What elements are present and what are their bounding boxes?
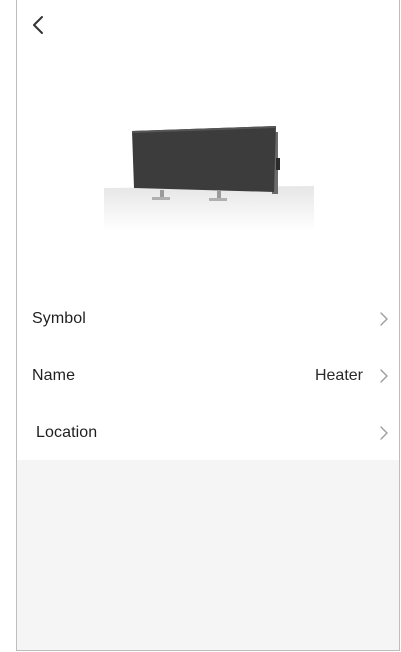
location-row[interactable]: Location <box>17 404 399 461</box>
heater-product-image <box>104 118 314 230</box>
symbol-label: Symbol <box>32 309 86 327</box>
name-value: Heater <box>314 366 363 384</box>
location-label: Location <box>36 423 98 441</box>
symbol-row[interactable]: Symbol <box>17 290 399 347</box>
chevron-right-icon <box>379 425 389 440</box>
chevron-right-icon <box>379 368 389 383</box>
chevron-right-icon <box>379 311 389 326</box>
empty-footer-area <box>17 460 399 650</box>
device-settings-screen: Symbol Name Heater Location <box>16 0 400 651</box>
name-row[interactable]: Name Heater <box>17 347 399 404</box>
settings-list: Symbol Name Heater Location <box>17 290 399 461</box>
back-button[interactable] <box>27 12 49 38</box>
chevron-left-icon <box>33 16 43 34</box>
name-label: Name <box>32 366 76 384</box>
